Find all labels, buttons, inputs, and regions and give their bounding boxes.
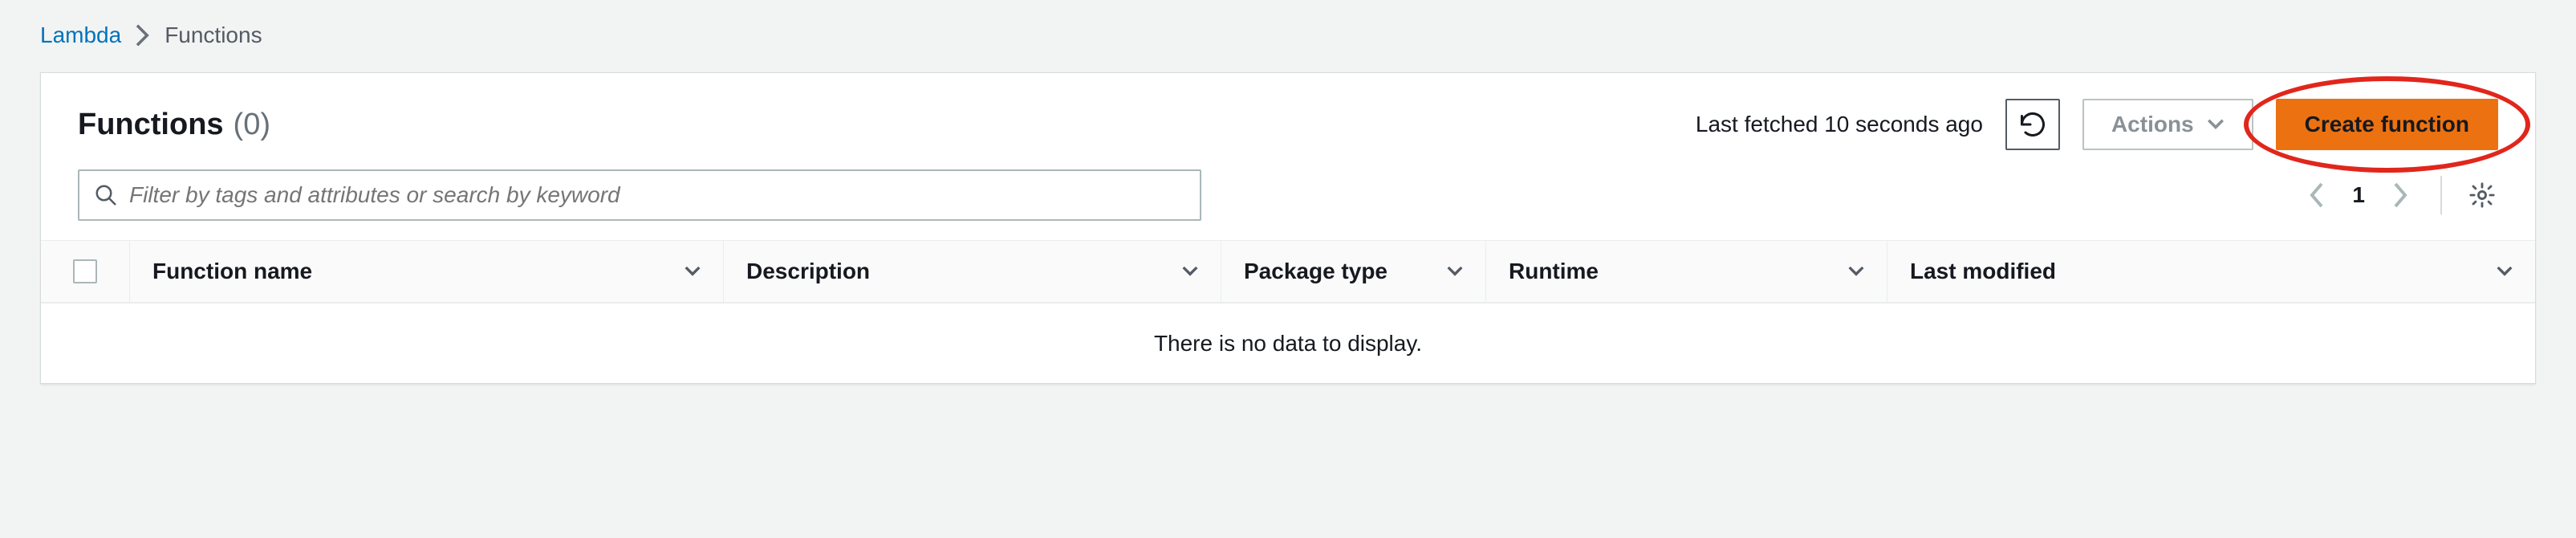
- sort-icon: [685, 266, 701, 277]
- search-icon: [94, 183, 118, 207]
- column-function-name[interactable]: Function name: [129, 241, 723, 302]
- settings-button[interactable]: [2466, 179, 2498, 211]
- pager-prev-button[interactable]: [2301, 179, 2333, 211]
- caret-down-icon: [2207, 119, 2225, 130]
- column-package-type[interactable]: Package type: [1221, 241, 1485, 302]
- functions-panel: Functions (0) Last fetched 10 seconds ag…: [40, 72, 2536, 384]
- breadcrumb-current: Functions: [165, 22, 262, 48]
- sort-icon: [1182, 266, 1198, 277]
- panel-title-text: Functions: [78, 108, 224, 142]
- gear-icon: [2468, 181, 2496, 209]
- column-last-modified-label: Last modified: [1910, 259, 2056, 284]
- column-runtime[interactable]: Runtime: [1485, 241, 1887, 302]
- actions-label: Actions: [2111, 112, 2194, 137]
- create-function-button[interactable]: Create function: [2276, 99, 2498, 150]
- column-last-modified[interactable]: Last modified: [1887, 241, 2535, 302]
- search-box[interactable]: [78, 169, 1201, 221]
- column-description[interactable]: Description: [723, 241, 1221, 302]
- refresh-button[interactable]: [2005, 99, 2060, 150]
- column-package-type-label: Package type: [1244, 259, 1388, 284]
- select-all-checkbox[interactable]: [73, 259, 97, 283]
- refresh-icon: [2018, 110, 2047, 139]
- panel-title: Functions (0): [78, 108, 270, 142]
- panel-title-count: (0): [234, 108, 270, 142]
- sort-icon: [1447, 266, 1463, 277]
- create-function-label: Create function: [2305, 112, 2469, 137]
- panel-header: Functions (0) Last fetched 10 seconds ag…: [41, 73, 2535, 169]
- pager-divider: [2440, 176, 2442, 214]
- breadcrumb: Lambda Functions: [0, 0, 2576, 64]
- chevron-right-icon: [136, 24, 150, 47]
- table-header-row: Function name Description Package type R…: [41, 240, 2535, 303]
- sort-icon: [1848, 266, 1864, 277]
- last-fetched-text: Last fetched 10 seconds ago: [1696, 112, 1983, 137]
- column-function-name-label: Function name: [152, 259, 312, 284]
- actions-dropdown-button[interactable]: Actions: [2082, 99, 2253, 150]
- pager: 1: [2301, 176, 2498, 214]
- breadcrumb-root-link[interactable]: Lambda: [40, 22, 121, 48]
- column-description-label: Description: [746, 259, 870, 284]
- pager-next-button[interactable]: [2384, 179, 2416, 211]
- create-function-highlight: Create function: [2276, 99, 2498, 150]
- column-select-all: [41, 241, 129, 302]
- column-runtime-label: Runtime: [1509, 259, 1599, 284]
- search-input[interactable]: [129, 182, 1185, 208]
- empty-state: There is no data to display.: [41, 303, 2535, 383]
- sort-icon: [2497, 266, 2513, 277]
- empty-state-text: There is no data to display.: [1154, 331, 1422, 357]
- pager-current-page: 1: [2352, 182, 2365, 208]
- filter-row: 1: [41, 169, 2535, 240]
